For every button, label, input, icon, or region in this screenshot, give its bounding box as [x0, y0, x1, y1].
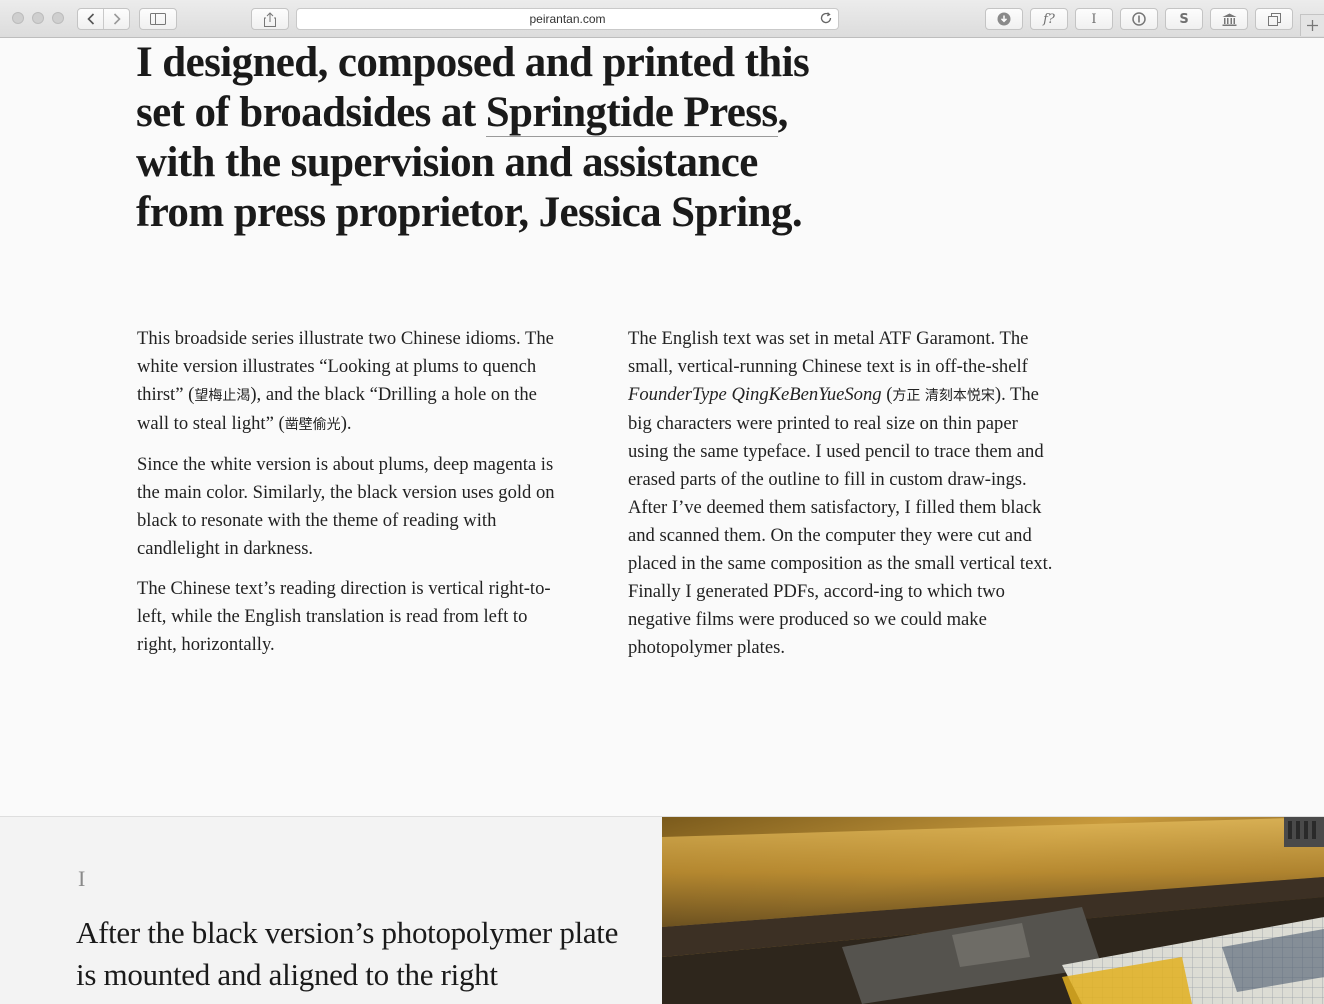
chinese-idiom-light: 凿壁偷光: [284, 417, 341, 433]
paragraph-text: (: [881, 384, 893, 405]
plus-icon: [1307, 20, 1318, 31]
paragraph-colors: Since the white version is about plums, …: [137, 454, 555, 559]
info-button[interactable]: [1120, 8, 1158, 30]
tabs-button[interactable]: [1255, 8, 1293, 30]
chevron-left-icon: [86, 13, 94, 25]
font-icon: f?: [1043, 11, 1055, 27]
browser-toolbar: peirantan.com f? I S: [0, 0, 1324, 38]
typeface-name: FounderType QingKeBenYueSong: [628, 384, 882, 405]
sidebar-icon: [150, 13, 166, 25]
springtide-press-link[interactable]: Springtide Press: [485, 89, 778, 137]
cursor-button[interactable]: I: [1075, 8, 1113, 30]
info-icon: [1132, 12, 1146, 26]
s-button[interactable]: S: [1165, 8, 1203, 30]
back-button[interactable]: [78, 9, 103, 29]
cursor-icon: I: [1091, 11, 1097, 27]
library-button[interactable]: [1210, 8, 1248, 30]
paragraph-text: ). The big characters were printed to re…: [628, 384, 1053, 658]
section-caption: After the black version’s photopolymer p…: [76, 915, 619, 992]
tabs-icon: [1267, 12, 1281, 26]
share-button[interactable]: [251, 8, 289, 30]
paragraph-idioms: This broadside series illustrate two Chi…: [137, 325, 562, 439]
navigation-buttons: [77, 8, 130, 30]
sidebar-button[interactable]: [139, 8, 177, 30]
minimize-window-button[interactable]: [32, 12, 44, 24]
address-bar[interactable]: peirantan.com: [296, 8, 839, 30]
paragraph-process: The English text was set in metal ATF Ga…: [628, 325, 1058, 662]
library-icon: [1222, 13, 1236, 26]
paragraph-text: ).: [340, 413, 352, 434]
reload-icon[interactable]: [820, 11, 832, 27]
download-icon: [997, 12, 1011, 26]
download-button[interactable]: [985, 8, 1023, 30]
zoom-window-button[interactable]: [52, 12, 64, 24]
paragraph-reading-direction: The Chinese text’s reading direction is …: [137, 578, 551, 655]
url-text: peirantan.com: [529, 12, 606, 26]
section-numeral: I: [78, 866, 86, 891]
new-tab-button[interactable]: [1300, 14, 1324, 36]
page-headline: I designed, composed and printed this se…: [136, 38, 836, 238]
left-column: This broadside series illustrate two Chi…: [137, 325, 562, 671]
press-photo: [662, 817, 1324, 1004]
forward-button[interactable]: [103, 9, 129, 29]
s-icon: S: [1179, 11, 1189, 27]
typeface-chinese-name: 方正 清刻本悦宋: [892, 388, 995, 404]
chinese-idiom-plums: 望梅止渴: [194, 388, 251, 404]
share-icon: [264, 11, 276, 27]
close-window-button[interactable]: [12, 12, 24, 24]
font-button[interactable]: f?: [1030, 8, 1068, 30]
right-column: The English text was set in metal ATF Ga…: [628, 325, 1058, 674]
paragraph-text: The English text was set in metal ATF Ga…: [628, 328, 1029, 377]
chevron-right-icon: [113, 13, 121, 25]
